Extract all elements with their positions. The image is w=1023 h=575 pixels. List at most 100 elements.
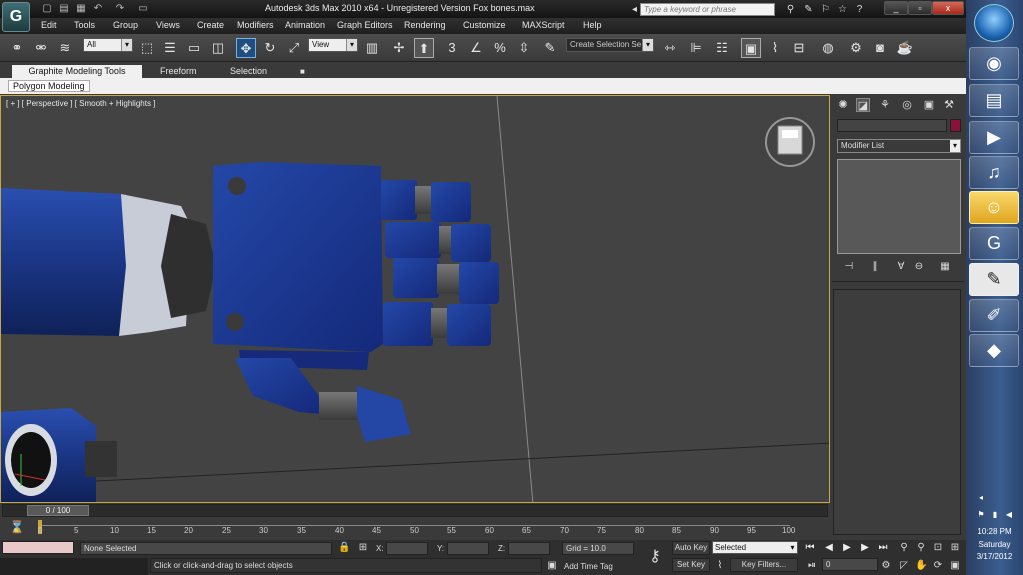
zoom-all-icon[interactable]: ⚲ <box>915 542 927 554</box>
lock-selection-icon[interactable]: 🔒 <box>338 542 350 554</box>
application-button[interactable]: G <box>2 2 30 32</box>
set-key-button[interactable]: Set Key <box>672 558 710 572</box>
schematic-view-icon[interactable]: ⊟ <box>789 38 809 58</box>
show-end-result-icon[interactable]: ∥ <box>868 260 882 274</box>
menu-edit[interactable]: Edit <box>41 20 57 30</box>
ribbon-options-icon[interactable]: ■ <box>294 65 311 78</box>
named-selection-dropdown[interactable]: Create Selection Se <box>566 38 654 52</box>
menu-help[interactable]: Help <box>583 20 602 30</box>
window-crossing-icon[interactable]: ◫ <box>208 38 228 58</box>
explorer-taskbar-icon[interactable]: ▤ <box>969 84 1019 117</box>
create-tab-icon[interactable]: ✺ <box>836 98 850 112</box>
modifier-stack[interactable] <box>837 159 961 254</box>
tab-selection[interactable]: Selection <box>224 65 273 78</box>
modifier-list-dropdown[interactable]: Modifier List <box>837 139 961 153</box>
make-unique-icon[interactable]: ∀ <box>894 260 908 274</box>
object-name-field[interactable] <box>837 119 947 132</box>
menu-group[interactable]: Group <box>113 20 138 30</box>
previous-frame-icon[interactable]: ◀ <box>822 541 836 554</box>
remove-modifier-icon[interactable]: ⊖ <box>912 260 926 274</box>
configure-sets-icon[interactable]: ▦ <box>938 260 952 274</box>
select-object-icon[interactable]: ⬚ <box>137 38 157 58</box>
help-icon[interactable]: ? <box>853 3 866 16</box>
angle-snap-icon[interactable]: ∠ <box>466 38 486 58</box>
x-coordinate-field[interactable] <box>386 542 428 555</box>
add-time-tag-label[interactable]: Add Time Tag <box>564 562 613 571</box>
zoom-icon[interactable]: ⚲ <box>898 542 910 554</box>
start-button[interactable] <box>974 4 1014 42</box>
layer-manager-icon[interactable]: ☷ <box>712 38 732 58</box>
absolute-mode-icon[interactable]: ⊞ <box>357 542 369 554</box>
display-tab-icon[interactable]: ▣ <box>922 98 936 112</box>
favorites-star-icon[interactable]: ☆ <box>836 3 849 16</box>
save-file-icon[interactable]: ▦ <box>74 3 88 15</box>
close-button[interactable]: x <box>932 1 964 15</box>
media-player-taskbar-icon[interactable]: ▶ <box>969 121 1019 154</box>
select-scale-icon[interactable]: ⤢ <box>284 38 304 58</box>
render-production-icon[interactable]: ☕ <box>895 38 915 58</box>
search-input[interactable]: Type a keyword or phrase <box>640 3 775 16</box>
3dsmax-taskbar-icon[interactable]: G <box>969 227 1019 260</box>
menu-animation[interactable]: Animation <box>285 20 325 30</box>
utilities-tab-icon[interactable]: ⚒ <box>942 98 956 112</box>
menu-views[interactable]: Views <box>156 20 180 30</box>
key-mode-dropdown[interactable]: Selected <box>712 541 798 554</box>
edit-named-selection-icon[interactable]: ✎ <box>540 38 560 58</box>
menu-customize[interactable]: Customize <box>463 20 506 30</box>
time-slider[interactable]: 0 / 100 <box>2 504 828 517</box>
redo-icon[interactable]: ↷ <box>113 3 127 15</box>
set-key-icon[interactable]: ⚷ <box>644 546 666 566</box>
subscription-icon[interactable]: ✎ <box>802 3 815 16</box>
perspective-viewport[interactable]: [ + ] [ Perspective ] [ Smooth + Highlig… <box>0 95 830 503</box>
time-slider-thumb[interactable]: 0 / 100 <box>27 505 89 516</box>
render-setup-icon[interactable]: ⚙ <box>846 38 866 58</box>
orbit-icon[interactable]: ⟳ <box>932 560 944 572</box>
key-mode-toggle-icon[interactable]: ⏯ <box>806 560 818 572</box>
tab-graphite-modeling-tools[interactable]: Graphite Modeling Tools <box>12 65 142 78</box>
new-file-icon[interactable]: ▢ <box>40 3 54 15</box>
menu-rendering[interactable]: Rendering <box>404 20 446 30</box>
bind-space-warp-icon[interactable]: ≋ <box>55 38 75 58</box>
pivot-center-icon[interactable]: ▥ <box>362 38 382 58</box>
rect-selection-icon[interactable]: ▭ <box>184 38 204 58</box>
communication-icon[interactable]: ⚐ <box>819 3 832 16</box>
material-editor-icon[interactable]: ◍ <box>818 38 838 58</box>
firefox-taskbar-icon[interactable]: ◉ <box>969 47 1019 80</box>
polygon-modeling-panel[interactable]: Polygon Modeling <box>8 80 90 92</box>
volume-tray-icon[interactable]: ◀ <box>1004 510 1014 520</box>
auto-key-button[interactable]: Auto Key <box>672 541 710 555</box>
maxscript-listener-field[interactable] <box>2 541 74 554</box>
z-coordinate-field[interactable] <box>508 542 550 555</box>
project-folder-icon[interactable]: ▭ <box>136 3 150 15</box>
minimize-button[interactable]: _ <box>884 1 908 15</box>
tab-freeform[interactable]: Freeform <box>154 65 203 78</box>
link-icon[interactable]: ⚭ <box>7 38 27 58</box>
select-rotate-icon[interactable]: ↻ <box>260 38 280 58</box>
pan-view-icon[interactable]: ✋ <box>915 560 927 572</box>
graphite-toggle-icon[interactable]: ▣ <box>741 38 761 58</box>
motion-tab-icon[interactable]: ◎ <box>900 98 914 112</box>
flag-tray-icon[interactable]: ⚑ <box>976 510 986 520</box>
go-to-end-icon[interactable]: ⏭ <box>876 541 890 554</box>
object-color-swatch[interactable] <box>950 119 961 132</box>
select-move-icon[interactable]: ✥ <box>236 38 256 58</box>
modify-tab-icon[interactable]: ◪ <box>856 98 870 112</box>
field-of-view-icon[interactable]: ◸ <box>898 560 910 572</box>
zoom-extents-all-icon[interactable]: ⊞ <box>949 542 961 554</box>
play-icon[interactable]: ▶ <box>840 541 854 554</box>
package-taskbar-icon[interactable]: ◆ <box>969 334 1019 367</box>
select-by-name-icon[interactable]: ☰ <box>160 38 180 58</box>
percent-snap-icon[interactable]: % <box>490 38 510 58</box>
zoom-extents-icon[interactable]: ⊡ <box>932 542 944 554</box>
menu-tools[interactable]: Tools <box>74 20 95 30</box>
gimp-taskbar-icon[interactable]: ✎ <box>969 263 1019 296</box>
clock-time[interactable]: 10:28 PM <box>966 527 1023 536</box>
go-to-start-icon[interactable]: ⏮ <box>803 541 817 554</box>
mirror-icon[interactable]: ⇿ <box>660 38 680 58</box>
viewport-label[interactable]: [ + ] [ Perspective ] [ Smooth + Highlig… <box>6 99 155 108</box>
keyboard-shortcut-icon[interactable]: ⬆ <box>414 38 434 58</box>
snaps-toggle-icon[interactable]: 3 <box>442 38 462 58</box>
unlink-icon[interactable]: ⚮ <box>31 38 51 58</box>
default-tangent-icon[interactable]: ⌇ <box>714 560 726 572</box>
binoculars-icon[interactable]: ⚲ <box>784 3 797 16</box>
